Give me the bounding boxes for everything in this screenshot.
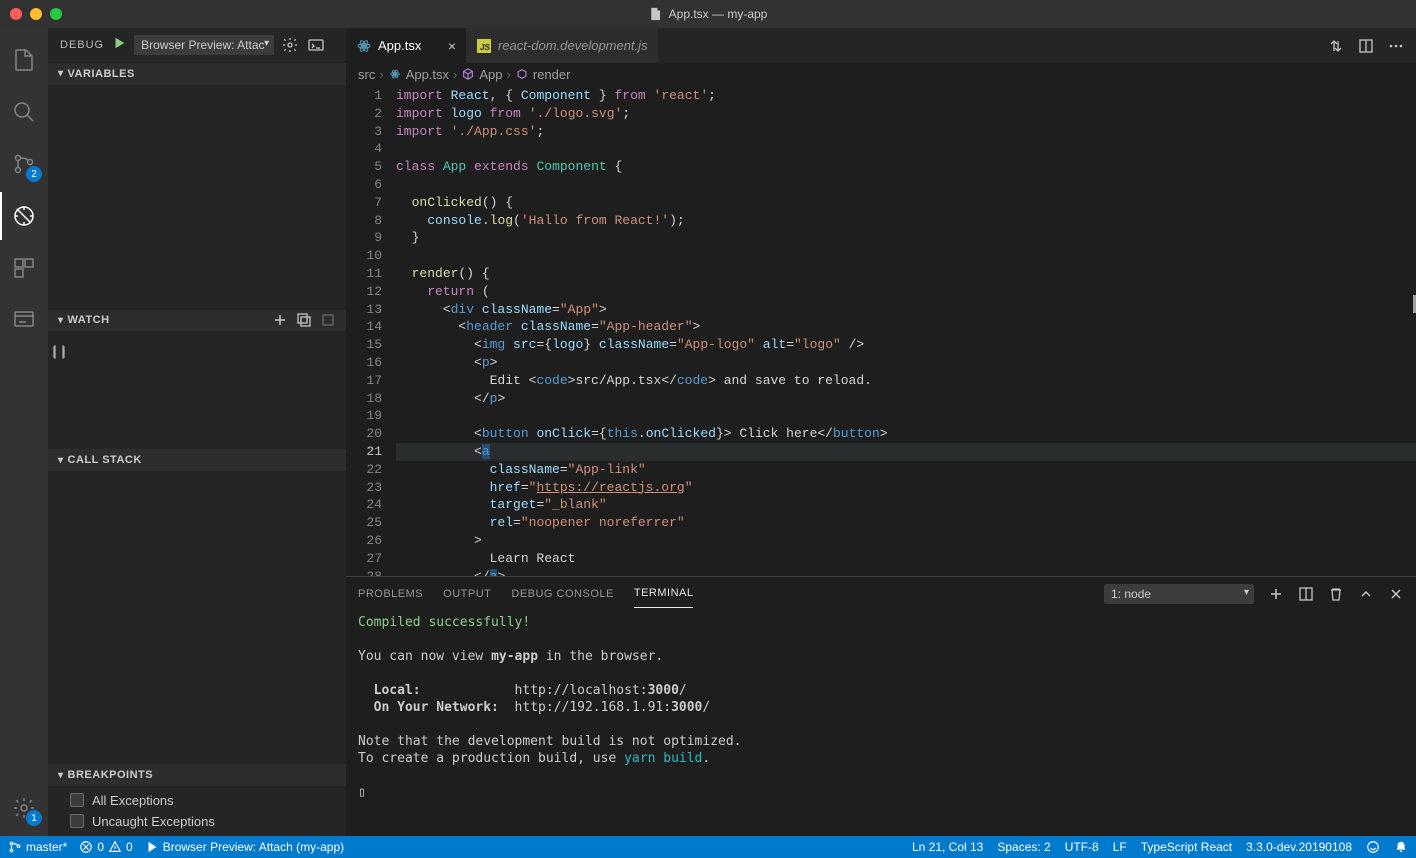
editor-area: App.tsx × JS react-dom.development.js sr… (346, 28, 1416, 836)
panel: PROBLEMS OUTPUT DEBUG CONSOLE TERMINAL 1… (346, 576, 1416, 836)
code-content[interactable]: import React, { Component } from 'react'… (396, 85, 1416, 576)
react-file-icon (388, 67, 402, 81)
callstack-section-header[interactable]: CALL STACK (48, 449, 346, 471)
settings-icon[interactable]: 1 (0, 784, 48, 832)
sb-cursor-pos[interactable]: Ln 21, Col 13 (912, 840, 983, 854)
collapse-watch-icon[interactable] (296, 312, 312, 328)
js-file-icon: JS (476, 38, 492, 54)
maximize-panel-icon[interactable] (1358, 586, 1374, 602)
svg-text:JS: JS (480, 43, 490, 52)
breakpoint-uncaught-exceptions[interactable]: Uncaught Exceptions (48, 811, 346, 832)
source-control-icon[interactable]: 2 (0, 140, 48, 188)
split-editor-icon[interactable] (1358, 38, 1374, 54)
browser-preview-icon[interactable] (0, 296, 48, 344)
more-actions-icon[interactable] (1388, 38, 1404, 54)
settings-badge: 1 (26, 810, 42, 826)
sb-branch[interactable]: master* (8, 840, 67, 854)
debug-header: DEBUG Browser Preview: Attac (48, 28, 346, 63)
kill-terminal-icon[interactable] (1328, 586, 1344, 602)
sb-debug-target[interactable]: Browser Preview: Attach (my-app) (145, 840, 344, 854)
search-icon[interactable] (0, 88, 48, 136)
react-file-icon (356, 38, 372, 54)
scm-badge: 2 (26, 166, 42, 182)
play-icon (145, 840, 159, 854)
sb-bell-icon[interactable] (1394, 840, 1408, 854)
close-tab-icon[interactable]: × (448, 38, 456, 54)
debug-settings-icon[interactable] (282, 37, 298, 53)
tab-react-dom[interactable]: JS react-dom.development.js (466, 28, 658, 63)
activity-bar: 2 1 (0, 28, 48, 836)
breakpoints-body: All Exceptions Uncaught Exceptions (48, 786, 346, 836)
sb-errors[interactable]: 0 0 (79, 840, 132, 854)
checkbox[interactable] (70, 793, 84, 807)
branch-icon (8, 840, 22, 854)
code-editor[interactable]: 1234567891011121314151617181920212223242… (346, 85, 1416, 576)
compare-changes-icon[interactable] (1328, 38, 1344, 54)
tab-app-tsx[interactable]: App.tsx × (346, 28, 466, 63)
file-icon (649, 7, 663, 21)
add-watch-icon[interactable] (272, 312, 288, 328)
debug-icon[interactable] (0, 192, 48, 240)
sb-eol[interactable]: LF (1113, 840, 1127, 854)
titlebar[interactable]: App.tsx — my-app (0, 0, 1416, 28)
panel-tab-terminal[interactable]: TERMINAL (634, 579, 694, 608)
breakpoint-all-exceptions[interactable]: All Exceptions (48, 790, 346, 811)
breadcrumb-class[interactable]: App (461, 67, 502, 82)
warning-icon (108, 840, 122, 854)
terminal-output[interactable]: Compiled successfully! You can now view … (346, 610, 1416, 836)
line-gutter: 1234567891011121314151617181920212223242… (346, 85, 396, 576)
maximize-window-button[interactable] (50, 8, 62, 20)
error-icon (79, 840, 93, 854)
debug-title: DEBUG (60, 39, 104, 51)
start-debug-button[interactable] (112, 36, 126, 53)
watch-body (48, 331, 346, 449)
class-icon (461, 67, 475, 81)
terminal-selector[interactable]: 1: node (1104, 584, 1254, 604)
debug-config-select[interactable]: Browser Preview: Attac (134, 35, 274, 55)
breakpoints-section-header[interactable]: BREAKPOINTS (48, 764, 346, 786)
variables-body (48, 85, 346, 310)
sb-language[interactable]: TypeScript React (1141, 840, 1232, 854)
extensions-icon[interactable] (0, 244, 48, 292)
sb-encoding[interactable]: UTF-8 (1065, 840, 1099, 854)
panel-tabs: PROBLEMS OUTPUT DEBUG CONSOLE TERMINAL 1… (346, 577, 1416, 610)
breadcrumb-method[interactable]: render (515, 67, 571, 82)
minimize-window-button[interactable] (30, 8, 42, 20)
panel-tab-output[interactable]: OUTPUT (443, 580, 491, 608)
tab-bar: App.tsx × JS react-dom.development.js (346, 28, 1416, 63)
window-title: App.tsx — my-app (649, 7, 768, 21)
checkbox[interactable] (70, 814, 84, 828)
traffic-lights (10, 8, 62, 20)
close-panel-icon[interactable] (1388, 586, 1404, 602)
panel-tab-problems[interactable]: PROBLEMS (358, 580, 423, 608)
breadcrumb-src[interactable]: src (358, 67, 375, 82)
cursor-icon (50, 343, 68, 361)
panel-tab-debug-console[interactable]: DEBUG CONSOLE (511, 580, 613, 608)
method-icon (515, 67, 529, 81)
breadcrumbs[interactable]: src › App.tsx › App › render (346, 63, 1416, 85)
watch-section-header[interactable]: WATCH (48, 310, 346, 332)
explorer-icon[interactable] (0, 36, 48, 84)
sb-indentation[interactable]: Spaces: 2 (997, 840, 1050, 854)
breadcrumb-file[interactable]: App.tsx (388, 67, 449, 82)
split-terminal-icon[interactable] (1298, 586, 1314, 602)
close-window-button[interactable] (10, 8, 22, 20)
sb-feedback-icon[interactable] (1366, 840, 1380, 854)
statusbar: master* 0 0 Browser Preview: Attach (my-… (0, 836, 1416, 858)
callstack-body (48, 471, 346, 764)
sb-ts-version[interactable]: 3.3.0-dev.20190108 (1246, 840, 1352, 854)
debug-console-icon[interactable] (308, 37, 324, 53)
clear-watch-icon[interactable] (320, 312, 336, 328)
new-terminal-icon[interactable] (1268, 586, 1284, 602)
debug-sidebar: DEBUG Browser Preview: Attac VARIABLES W… (48, 28, 346, 836)
variables-section-header[interactable]: VARIABLES (48, 63, 346, 85)
